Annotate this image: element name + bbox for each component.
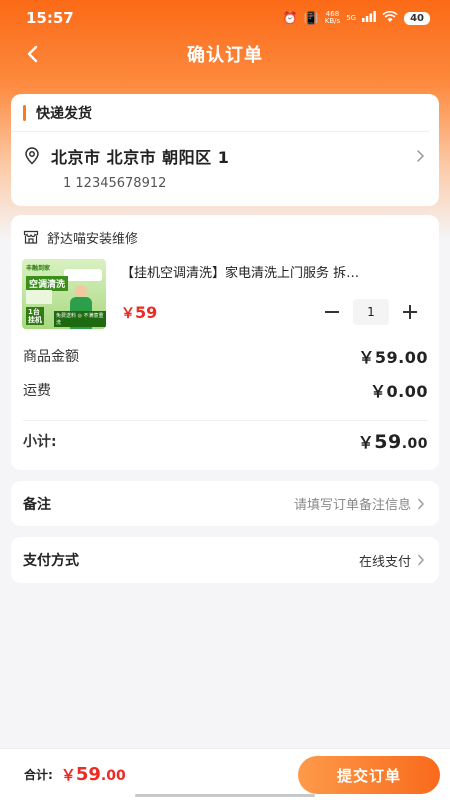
delivery-method-header: 快递发货 xyxy=(11,94,429,132)
submit-order-button[interactable]: 提交订单 xyxy=(298,756,440,794)
increase-button[interactable] xyxy=(397,299,423,325)
location-pin-icon xyxy=(25,147,39,165)
thumb-badge: 1台 挂机 xyxy=(26,307,44,325)
remark-label: 备注 xyxy=(23,496,51,513)
total-amount: ￥59.00 xyxy=(61,764,126,785)
quantity-value[interactable]: 1 xyxy=(353,299,389,325)
air-conditioner-illustration xyxy=(64,269,102,281)
decrease-button[interactable] xyxy=(319,299,345,325)
network-speed: 468 KB/s xyxy=(324,10,341,25)
total-symbol: ￥ xyxy=(60,766,76,784)
status-time: 15:57 xyxy=(26,9,74,27)
subtotal-row: 小计: ￥59.00 xyxy=(11,421,439,461)
subtotal-dec: .00 xyxy=(401,436,428,452)
signal-label: 5G xyxy=(346,14,357,22)
nav-bar: 确认订单 xyxy=(0,36,450,72)
alarm-icon: ⏰ xyxy=(282,11,298,25)
shipping-label: 运费 xyxy=(23,383,51,399)
remark-row[interactable]: 备注 请填写订单备注信息 xyxy=(11,481,439,526)
shop-name: 舒达喵安装维修 xyxy=(47,231,139,247)
address-line: 北京市 北京市 朝阳区 1 xyxy=(23,144,427,168)
order-card: 舒达喵安装维修 丰融到家 空调清洗 1台 挂机 免费送料 ◎ 不满意重洗 【挂机… xyxy=(11,215,439,470)
address-selector[interactable]: 北京市 北京市 朝阳区 1 1 12345678912 xyxy=(11,132,439,191)
chevron-right-icon xyxy=(418,498,424,509)
goods-amount-row: 商品金额 ￥59.00 xyxy=(11,339,439,373)
total-label: 合计: xyxy=(24,768,53,782)
store-icon xyxy=(23,230,39,244)
address-card[interactable]: 快递发货 北京市 北京市 朝阳区 1 1 12345678912 xyxy=(11,94,439,206)
status-icons: ⏰ 📳 468 KB/s 5G 40 xyxy=(282,10,430,26)
payment-method-selector[interactable]: 在线支付 xyxy=(359,551,425,570)
product-item: 丰融到家 空调清洗 1台 挂机 免费送料 ◎ 不满意重洗 【挂机空调清洗】家电清… xyxy=(11,259,439,333)
total-dec: .00 xyxy=(100,768,126,784)
plus-icon xyxy=(403,305,417,319)
shipping-row: 运费 ￥0.00 xyxy=(11,373,439,407)
battery-icon: 40 xyxy=(404,11,430,25)
remark-placeholder: 请填写订单备注信息 xyxy=(293,498,411,513)
subtotal-value: ￥59.00 xyxy=(358,429,428,453)
accent-bar xyxy=(23,104,26,121)
price-symbol: ￥ xyxy=(121,306,135,322)
product-price: ￥59 xyxy=(121,303,157,323)
remark-input[interactable]: 请填写订单备注信息 xyxy=(294,494,425,513)
shop-header: 舒达喵安装维修 xyxy=(11,215,439,259)
thumb-headline: 空调清洗 xyxy=(26,276,69,291)
chevron-left-icon[interactable] xyxy=(18,40,46,68)
address-text: 北京市 北京市 朝阳区 1 xyxy=(51,148,230,167)
payment-method-label: 支付方式 xyxy=(23,553,79,569)
home-indicator xyxy=(135,794,315,797)
price-value: 59 xyxy=(135,303,158,322)
subtotal-symbol: ￥ xyxy=(357,433,375,452)
thumb-strip: 免费送料 ◎ 不满意重洗 xyxy=(54,311,106,327)
goods-amount-label: 商品金额 xyxy=(23,349,79,365)
page-title: 确认订单 xyxy=(187,45,263,66)
subtotal-int: 59 xyxy=(374,431,402,453)
status-bar: 15:57 ⏰ 📳 468 KB/s 5G 40 xyxy=(0,0,450,36)
contact-phone: 1 12345678912 xyxy=(63,176,167,191)
goods-amount-value: ￥59.00 xyxy=(358,348,428,367)
wifi-icon xyxy=(382,10,398,26)
checkout-bar: 合计: ￥59.00 提交订单 xyxy=(0,748,450,800)
payment-method-row[interactable]: 支付方式 在线支付 xyxy=(11,537,439,583)
chevron-right-icon xyxy=(416,148,425,167)
vibrate-icon: 📳 xyxy=(303,11,319,25)
product-thumbnail[interactable]: 丰融到家 空调清洗 1台 挂机 免费送料 ◎ 不满意重洗 xyxy=(22,259,106,329)
thumb-feature-list xyxy=(26,290,52,304)
thumb-brand: 丰融到家 xyxy=(26,265,51,272)
quantity-stepper: 1 xyxy=(319,299,423,325)
subtotal-label: 小计: xyxy=(23,434,57,450)
chevron-right-icon xyxy=(418,554,424,566)
product-title[interactable]: 【挂机空调清洗】家电清洗上门服务 拆… xyxy=(121,262,421,281)
signal-icon xyxy=(362,11,376,25)
total-int: 59 xyxy=(75,764,101,785)
shipping-value: ￥0.00 xyxy=(370,382,428,401)
payment-method-value: 在线支付 xyxy=(358,554,411,570)
delivery-method-label: 快递发货 xyxy=(36,105,92,122)
minus-icon xyxy=(325,311,339,313)
